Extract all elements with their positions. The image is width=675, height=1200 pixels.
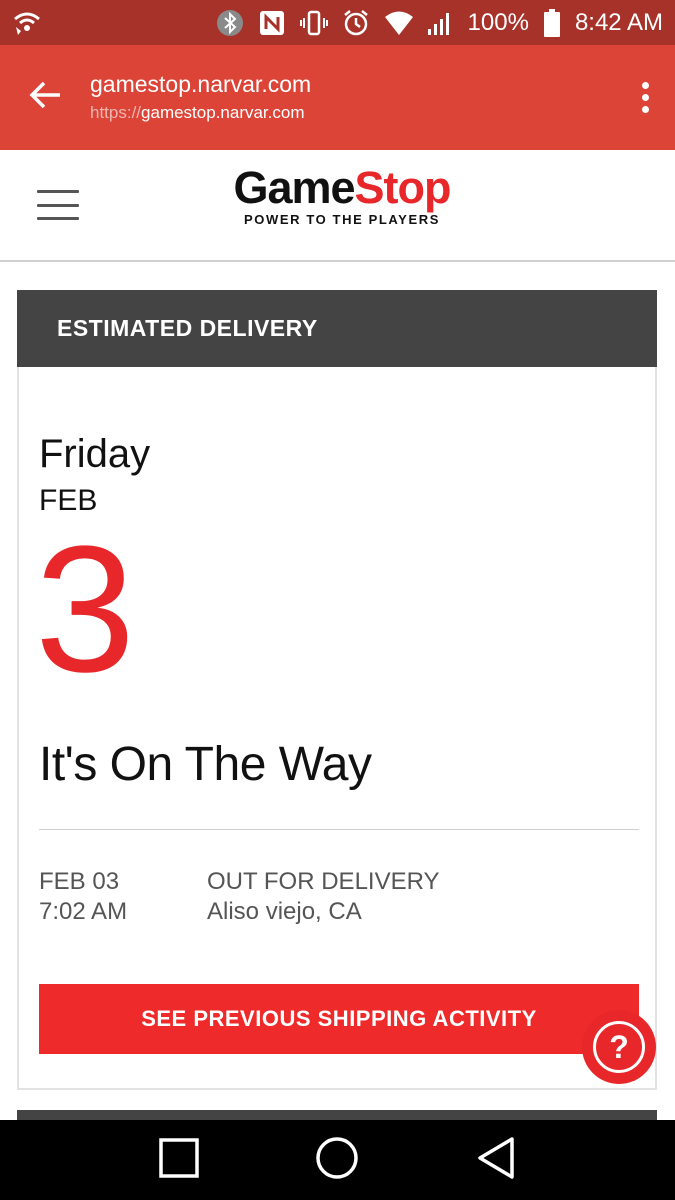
logo-word-stop: Stop — [354, 162, 452, 213]
signal-icon — [426, 9, 454, 37]
more-vert-icon — [641, 82, 649, 89]
triangle-back-icon — [476, 1136, 516, 1185]
card-header: ESTIMATED DELIVERY — [17, 290, 657, 367]
status-bar: 100% 8:42 AM — [0, 0, 675, 45]
arrow-left-icon — [28, 80, 62, 115]
circle-icon — [315, 1136, 359, 1185]
square-icon — [159, 1137, 199, 1183]
delivery-day: Friday — [39, 432, 151, 476]
vibrate-icon — [299, 9, 328, 37]
site-header: GameStop POWER TO THE PLAYERS — [0, 150, 675, 262]
wifi-icon — [384, 9, 413, 37]
event-datetime: FEB 03 7:02 AM — [39, 867, 127, 927]
help-button[interactable]: ? — [582, 1010, 656, 1084]
event-details: OUT FOR DELIVERY Aliso viejo, CA — [207, 867, 440, 927]
delivery-card: ESTIMATED DELIVERY Friday FEB 3 It's On … — [17, 290, 657, 1090]
event-date: FEB 03 — [39, 868, 120, 895]
divider — [39, 829, 639, 830]
hamburger-menu-icon[interactable] — [37, 190, 79, 220]
url-full: https://gamestop.narvar.com — [90, 99, 615, 127]
url-scheme: https:// — [90, 102, 142, 122]
previous-shipping-activity-button[interactable]: SEE PREVIOUS SHIPPING ACTIVITY — [39, 984, 639, 1054]
clock: 8:42 AM — [574, 8, 663, 36]
event-description: OUT FOR DELIVERY — [207, 868, 440, 895]
url-display[interactable]: gamestop.narvar.com https://gamestop.nar… — [90, 69, 615, 127]
url-host: gamestop.narvar.com — [90, 70, 312, 97]
bluetooth-icon — [216, 9, 244, 37]
gamestop-logo[interactable]: GameStop POWER TO THE PLAYERS — [222, 164, 462, 234]
battery-icon — [543, 8, 561, 37]
shipment-status: It's On The Way — [39, 738, 372, 791]
battery-percent: 100% — [467, 8, 529, 36]
browser-url-bar: gamestop.narvar.com https://gamestop.nar… — [0, 45, 675, 150]
recents-button[interactable] — [149, 1130, 209, 1190]
event-location: Aliso viejo, CA — [207, 898, 362, 925]
overflow-menu-button[interactable] — [615, 45, 675, 150]
home-button[interactable] — [307, 1130, 367, 1190]
back-button[interactable] — [0, 45, 90, 150]
question-icon: ? — [593, 1021, 645, 1073]
back-nav-button[interactable] — [466, 1130, 526, 1190]
logo-word-game: Game — [233, 162, 355, 213]
wifi-call-icon — [12, 9, 40, 37]
event-time: 7:02 AM — [39, 898, 128, 925]
android-nav-bar — [0, 1120, 675, 1200]
nfc-icon — [258, 9, 286, 37]
logo-tagline: POWER TO THE PLAYERS — [244, 212, 440, 227]
url-path: gamestop.narvar.com — [141, 102, 305, 122]
delivery-date: 3 — [35, 509, 136, 710]
alarm-icon — [342, 9, 370, 37]
